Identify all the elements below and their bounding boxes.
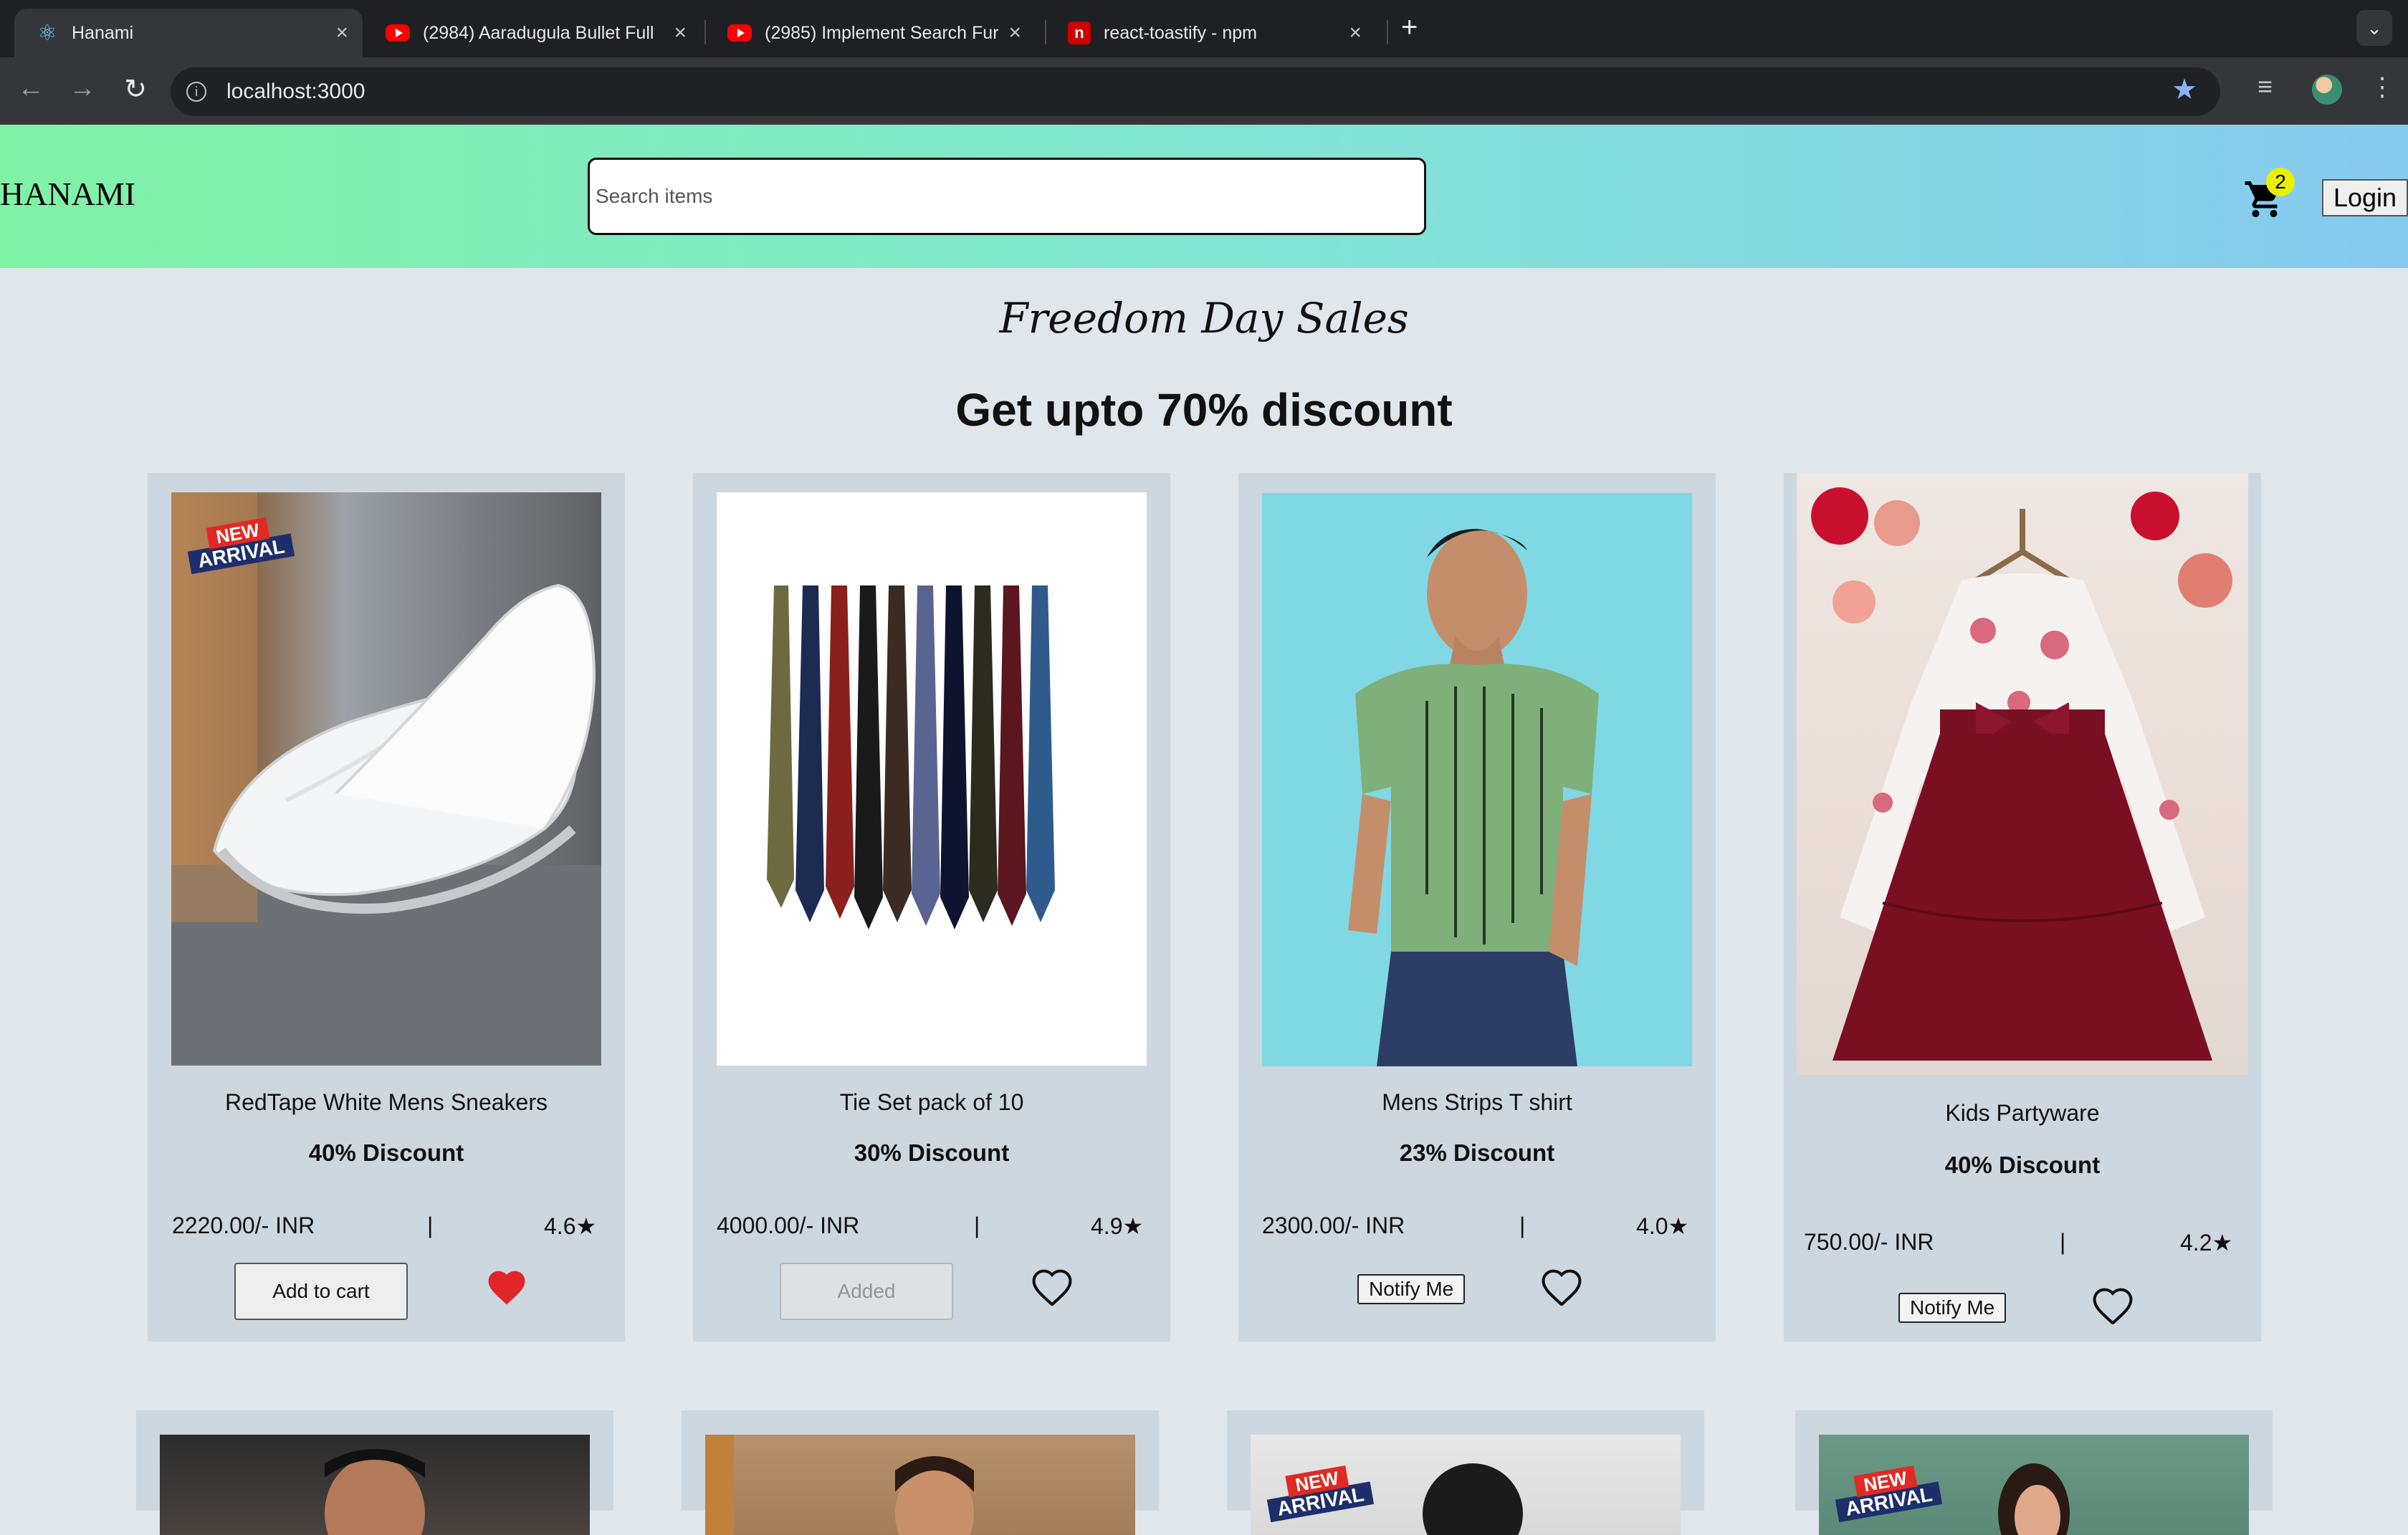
- product-image[interactable]: NEW ARRIVAL: [1251, 1435, 1681, 1535]
- product-discount: 30% Discount: [854, 1139, 1010, 1166]
- price-rating-separator: |: [2060, 1229, 2066, 1255]
- menu-kebab-icon[interactable]: ⋮: [2369, 72, 2395, 102]
- reload-icon[interactable]: ↻: [118, 73, 153, 105]
- product-price: 750.00/- INR: [1804, 1229, 1934, 1255]
- bookmark-star-icon[interactable]: ★: [2172, 73, 2197, 106]
- product-image-ties[interactable]: [717, 492, 1147, 1066]
- product-card[interactable]: Tie Set pack of 10 30% Discount 4000.00/…: [693, 473, 1170, 1342]
- product-discount: 40% Discount: [1944, 1152, 2101, 1178]
- info-icon[interactable]: i: [186, 82, 206, 102]
- product-price: 2220.00/- INR: [172, 1213, 315, 1238]
- tab-npm[interactable]: n react-toastify - npm ×: [1046, 9, 1376, 57]
- product-image-tshirt[interactable]: [1262, 493, 1692, 1066]
- browser-tab-bar: ⚛ Hanami × (2984) Aaradugula Bullet Full…: [0, 0, 2408, 57]
- product-name: Tie Set pack of 10: [839, 1089, 1024, 1115]
- product-image[interactable]: NEW ARRIVAL: [1819, 1435, 2249, 1535]
- product-name: Kids Partyware: [1945, 1100, 2100, 1126]
- product-image[interactable]: [705, 1435, 1135, 1535]
- model-illustration: [705, 1435, 974, 1535]
- price-rating-separator: |: [1519, 1213, 1526, 1238]
- chevron-down-icon: ⌄: [2366, 16, 2382, 39]
- added-to-cart-button[interactable]: Added: [780, 1263, 953, 1320]
- product-discount: 40% Discount: [308, 1139, 464, 1166]
- price-rating-separator: |: [974, 1213, 980, 1238]
- product-card[interactable]: Mens Strips T shirt 23% Discount 2300.00…: [1238, 473, 1716, 1342]
- product-card[interactable]: Kids Partyware 40% Discount 750.00/- INR…: [1784, 473, 2261, 1342]
- tab-hanami[interactable]: ⚛ Hanami ×: [14, 9, 363, 57]
- tab-title: (2984) Aaradugula Bullet Full: [423, 22, 654, 43]
- brand-logo[interactable]: HANAMI: [0, 175, 135, 213]
- close-icon[interactable]: ×: [674, 21, 687, 45]
- product-name: Mens Strips T shirt: [1382, 1089, 1572, 1115]
- back-icon[interactable]: ←: [13, 73, 49, 104]
- cart-button[interactable]: 2: [2243, 168, 2295, 225]
- url-text[interactable]: localhost:3000: [226, 80, 365, 104]
- product-discount: 23% Discount: [1399, 1139, 1555, 1166]
- notify-me-button[interactable]: Notify Me: [1898, 1293, 2007, 1323]
- ties-illustration: [767, 585, 1055, 929]
- sneakers-illustration: [171, 492, 601, 1066]
- product-card[interactable]: [136, 1410, 613, 1535]
- tab-youtube-1[interactable]: (2984) Aaradugula Bullet Full ×: [364, 9, 701, 57]
- media-control-icon[interactable]: ≡: [2258, 72, 2273, 102]
- price-rating-separator: |: [427, 1213, 434, 1238]
- tab-youtube-2[interactable]: (2985) Implement Search Fur ×: [706, 9, 1036, 57]
- close-icon[interactable]: ×: [1349, 21, 1362, 45]
- profile-avatar[interactable]: [2312, 75, 2342, 105]
- close-icon[interactable]: ×: [1008, 21, 1021, 45]
- forward-icon[interactable]: →: [64, 73, 100, 104]
- product-image-sneakers[interactable]: NEW ARRIVAL: [171, 492, 601, 1066]
- heart-filled-icon[interactable]: [484, 1266, 529, 1306]
- search-input[interactable]: [588, 158, 1426, 235]
- cart-count-badge: 2: [2266, 168, 2295, 196]
- heart-outline-icon[interactable]: [1030, 1266, 1074, 1306]
- heart-outline-icon[interactable]: [1539, 1266, 1584, 1306]
- product-rating: 4.6★: [544, 1213, 597, 1239]
- product-image-dress[interactable]: [1797, 473, 2248, 1075]
- product-card[interactable]: NEW ARRIVAL: [1795, 1410, 2273, 1535]
- youtube-icon: [386, 24, 410, 42]
- tab-title: Hanami: [72, 22, 134, 43]
- tab-title: react-toastify - npm: [1104, 22, 1257, 43]
- add-to-cart-button[interactable]: Add to cart: [234, 1263, 408, 1320]
- product-rating: 4.0★: [1636, 1213, 1689, 1239]
- product-image[interactable]: [160, 1435, 590, 1535]
- npm-icon: n: [1068, 21, 1091, 44]
- product-rating: 4.9★: [1091, 1213, 1144, 1239]
- product-price: 4000.00/- INR: [717, 1213, 860, 1238]
- product-card[interactable]: NEW ARRIVAL RedTape White Mens Sneakers …: [148, 473, 625, 1342]
- address-bar[interactable]: i localhost:3000 ★: [171, 67, 2220, 116]
- dress-illustration: [1811, 487, 2232, 1061]
- product-card[interactable]: [682, 1410, 1159, 1535]
- product-rating: 4.2★: [2180, 1230, 2233, 1256]
- tshirt-model-illustration: [1348, 529, 1599, 1066]
- product-card[interactable]: NEW ARRIVAL: [1227, 1410, 1704, 1535]
- tab-search-button[interactable]: ⌄: [2356, 10, 2392, 46]
- close-icon[interactable]: ×: [335, 21, 348, 45]
- new-tab-button[interactable]: +: [1401, 11, 1418, 44]
- browser-toolbar: ← → ↻ i localhost:3000 ★ ≡ ⋮: [0, 57, 2408, 125]
- tab-separator: [1387, 20, 1388, 44]
- tab-title: (2985) Implement Search Fur: [765, 22, 999, 43]
- youtube-icon: [727, 24, 752, 42]
- product-price: 2300.00/- INR: [1262, 1213, 1405, 1238]
- promo-subtitle: Freedom Day Sales: [999, 294, 1409, 343]
- site-header: HANAMI 2 Login: [0, 125, 2408, 268]
- heart-outline-icon[interactable]: [2091, 1284, 2135, 1324]
- notify-me-button[interactable]: Notify Me: [1357, 1274, 1466, 1304]
- react-icon: ⚛: [37, 21, 57, 45]
- model-illustration: [325, 1449, 425, 1535]
- promo-title: Get upto 70% discount: [955, 384, 1453, 436]
- login-button[interactable]: Login: [2322, 179, 2408, 216]
- product-name: RedTape White Mens Sneakers: [225, 1089, 548, 1115]
